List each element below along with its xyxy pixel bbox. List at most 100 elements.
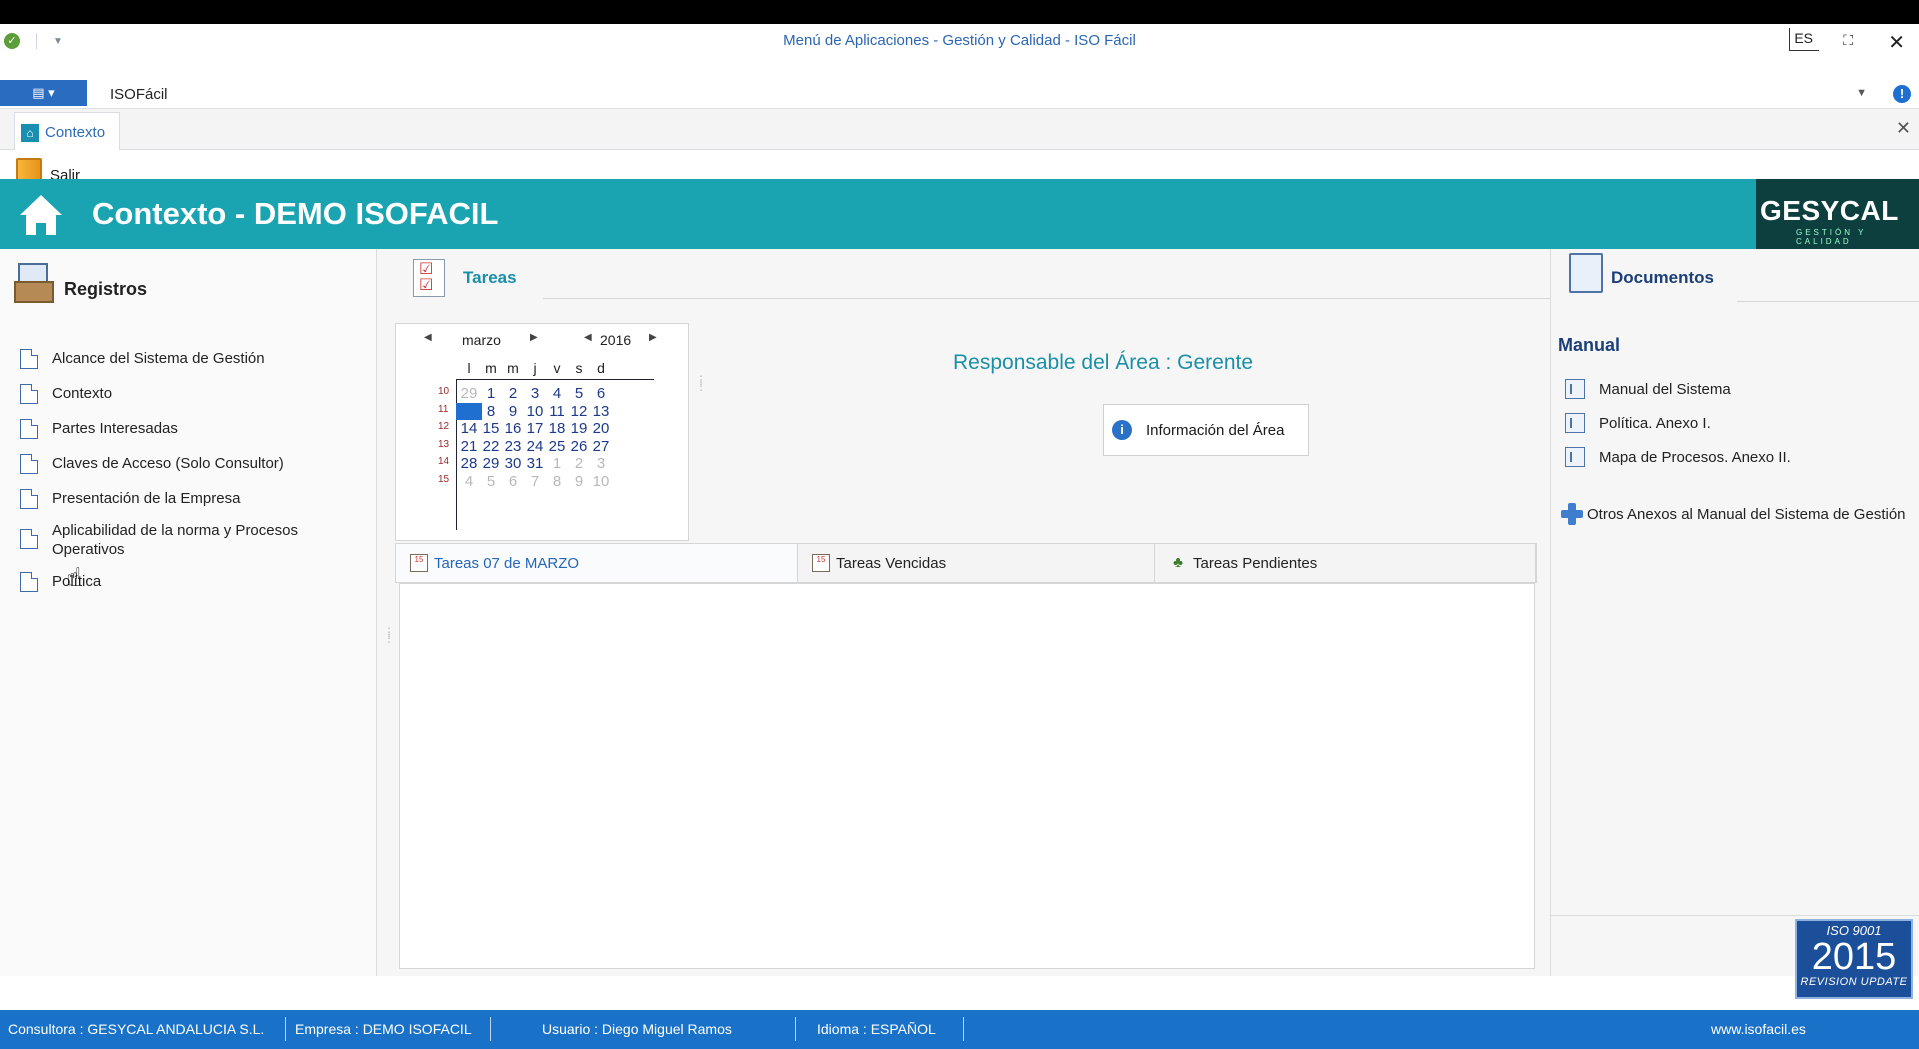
home-icon: [20, 195, 62, 235]
tab-tareas-pendientes[interactable]: ♣ Tareas Pendientes: [1155, 544, 1536, 582]
registro-presentacion-empresa[interactable]: Presentación de la Empresa: [20, 489, 360, 509]
weekday-label: d: [597, 360, 605, 376]
week-number: 10: [438, 386, 450, 397]
documentos-panel: Documentos Manual Manual del Sistema Pol…: [1550, 249, 1919, 999]
document-icon: [20, 419, 38, 439]
tab-tareas-hoy[interactable]: 15 Tareas 07 de MARZO: [396, 544, 798, 582]
restore-icon[interactable]: ⛶: [1843, 32, 1853, 49]
calendar[interactable]: ◀ marzo ▶ ◀ 2016 ▶ l m m j v s d 10 29 1 2 3 4 5 6 11 7 8…: [395, 323, 689, 541]
tareas-divider: [543, 298, 1550, 299]
registro-partes-interesadas[interactable]: Partes Interesadas: [20, 419, 360, 439]
next-year-icon[interactable]: ▶: [649, 332, 657, 343]
page-title: Contexto - DEMO ISOFACIL: [92, 196, 499, 231]
status-bar: Consultora : GESYCAL ANDALUCIA S.L. Empr…: [0, 1010, 1919, 1049]
hand-cursor-icon: ☝: [66, 562, 82, 592]
window-title: Menú de Aplicaciones - Gestión y Calidad…: [783, 32, 1136, 49]
calendar-day[interactable]: 27: [588, 438, 614, 455]
status-empresa: Empresa : DEMO ISOFACIL: [295, 1021, 472, 1037]
weekday-label: j: [533, 360, 537, 376]
book-icon: [1565, 447, 1585, 467]
document-tabs: ⌂ Contexto ✕: [0, 108, 1919, 152]
close-window-button[interactable]: ✕: [1888, 30, 1905, 55]
registro-alcance[interactable]: Alcance del Sistema de Gestión: [20, 349, 360, 369]
week-number: 12: [438, 421, 450, 432]
calendar-header-rule: [456, 379, 654, 380]
main-body: Registros Alcance del Sistema de Gestión…: [0, 249, 1919, 999]
calendar-month: marzo: [462, 332, 501, 348]
tab-tareas-vencidas[interactable]: 15 Tareas Vencidas: [798, 544, 1155, 582]
manual-list: Manual del Sistema Política. Anexo I. Ma…: [1565, 379, 1791, 481]
center-splitter-handle[interactable]: ⋮ ⋮: [695, 374, 707, 392]
tab-contexto[interactable]: ⌂ Contexto: [14, 112, 121, 152]
calendar-year: 2016: [600, 332, 632, 348]
document-icon: [20, 349, 38, 369]
tasks-list-area[interactable]: [399, 583, 1535, 969]
documentos-divider: [1737, 301, 1919, 302]
doc-politica-anexo-i[interactable]: Política. Anexo I.: [1565, 413, 1791, 433]
documentos-header: Documentos: [1569, 253, 1714, 293]
document-icon: [20, 454, 38, 474]
calendar-day[interactable]: 6: [588, 385, 614, 402]
status-separator: [963, 1017, 964, 1041]
home-icon: ⌂: [21, 123, 39, 142]
document-icon: [20, 529, 38, 549]
book-icon: [1565, 413, 1585, 433]
ribbon-row: ▤ ▾ ISOFácil ▼ !: [0, 78, 1919, 108]
doc-mapa-procesos-anexo-ii[interactable]: Mapa de Procesos. Anexo II.: [1565, 447, 1791, 467]
registro-aplicabilidad[interactable]: Aplicabilidad de la norma y Procesos Ope…: [20, 521, 360, 559]
informacion-area-button[interactable]: i Información del Área: [1103, 404, 1309, 456]
ribbon-tab-isofacil[interactable]: ISOFácil: [110, 86, 168, 103]
title-bar: ✓ ▼ Menú de Aplicaciones - Gestión y Cal…: [0, 24, 1919, 56]
calendar-icon: 15: [410, 554, 428, 572]
book-icon: [1565, 379, 1585, 399]
language-indicator[interactable]: ES: [1789, 28, 1819, 51]
status-idioma: Idioma : ESPAÑOL: [817, 1021, 936, 1037]
document-icon: [20, 489, 38, 509]
status-consultora: Consultora : GESYCAL ANDALUCIA S.L.: [8, 1021, 265, 1037]
registro-contexto[interactable]: Contexto: [20, 384, 360, 404]
help-icon[interactable]: !: [1893, 85, 1911, 103]
status-separator: [285, 1017, 286, 1041]
weekday-label: l: [467, 360, 471, 376]
status-website[interactable]: www.isofacil.es: [1711, 1021, 1806, 1037]
next-month-icon[interactable]: ▶: [530, 332, 538, 343]
tab-contexto-label: Contexto: [45, 124, 106, 141]
week-number: 13: [438, 438, 450, 450]
application-menu-button[interactable]: ▤ ▾: [0, 80, 87, 106]
registro-claves-acceso[interactable]: Claves de Acceso (Solo Consultor): [20, 454, 360, 474]
iso-9001-badge: ISO 9001 2015 REVISION UPDATE: [1795, 919, 1913, 999]
gesycal-logo: GESYCAL GESTIÓN Y CALIDAD: [1756, 179, 1919, 249]
document-icon: [20, 384, 38, 404]
weekday-label: v: [553, 360, 561, 376]
prev-month-icon[interactable]: ◀: [424, 332, 432, 343]
weekday-label: m: [485, 360, 497, 376]
status-separator: [490, 1017, 491, 1041]
calendar-day[interactable]: 13: [588, 403, 614, 420]
documentos-title: Documentos: [1611, 268, 1714, 287]
calendar-day[interactable]: 10: [588, 473, 614, 490]
calendar-day[interactable]: 20: [588, 420, 614, 437]
close-tab-icon[interactable]: ✕: [1896, 118, 1911, 139]
info-icon: i: [1112, 420, 1132, 440]
tareas-tabs: 15 Tareas 07 de MARZO 15 Tareas Vencidas…: [395, 543, 1537, 583]
doc-manual-sistema[interactable]: Manual del Sistema: [1565, 379, 1791, 399]
week-number: 11: [438, 403, 449, 415]
registros-title: Registros: [64, 278, 148, 299]
week-number: 14: [438, 456, 450, 467]
notebook-icon: [1569, 253, 1603, 293]
weekday-label: s: [575, 360, 583, 376]
otros-anexos-link[interactable]: Otros Anexos al Manual del Sistema de Ge…: [1561, 503, 1906, 525]
status-separator: [795, 1017, 796, 1041]
manual-heading: Manual: [1558, 335, 1621, 355]
ribbon-minimize-icon[interactable]: ▼: [1856, 87, 1867, 99]
calendar-icon: 15: [812, 554, 830, 572]
plus-icon: [1561, 503, 1583, 525]
status-usuario: Usuario : Diego Miguel Ramos: [542, 1021, 732, 1037]
responsable-area: Responsable del Área : Gerente: [953, 351, 1254, 374]
prev-year-icon[interactable]: ◀: [584, 332, 592, 343]
weekday-label: m: [507, 360, 519, 376]
archive-icon: [14, 263, 56, 305]
hierarchy-icon: ♣: [1173, 554, 1183, 571]
calendar-day[interactable]: 3: [588, 455, 614, 472]
week-number: 15: [438, 473, 450, 485]
